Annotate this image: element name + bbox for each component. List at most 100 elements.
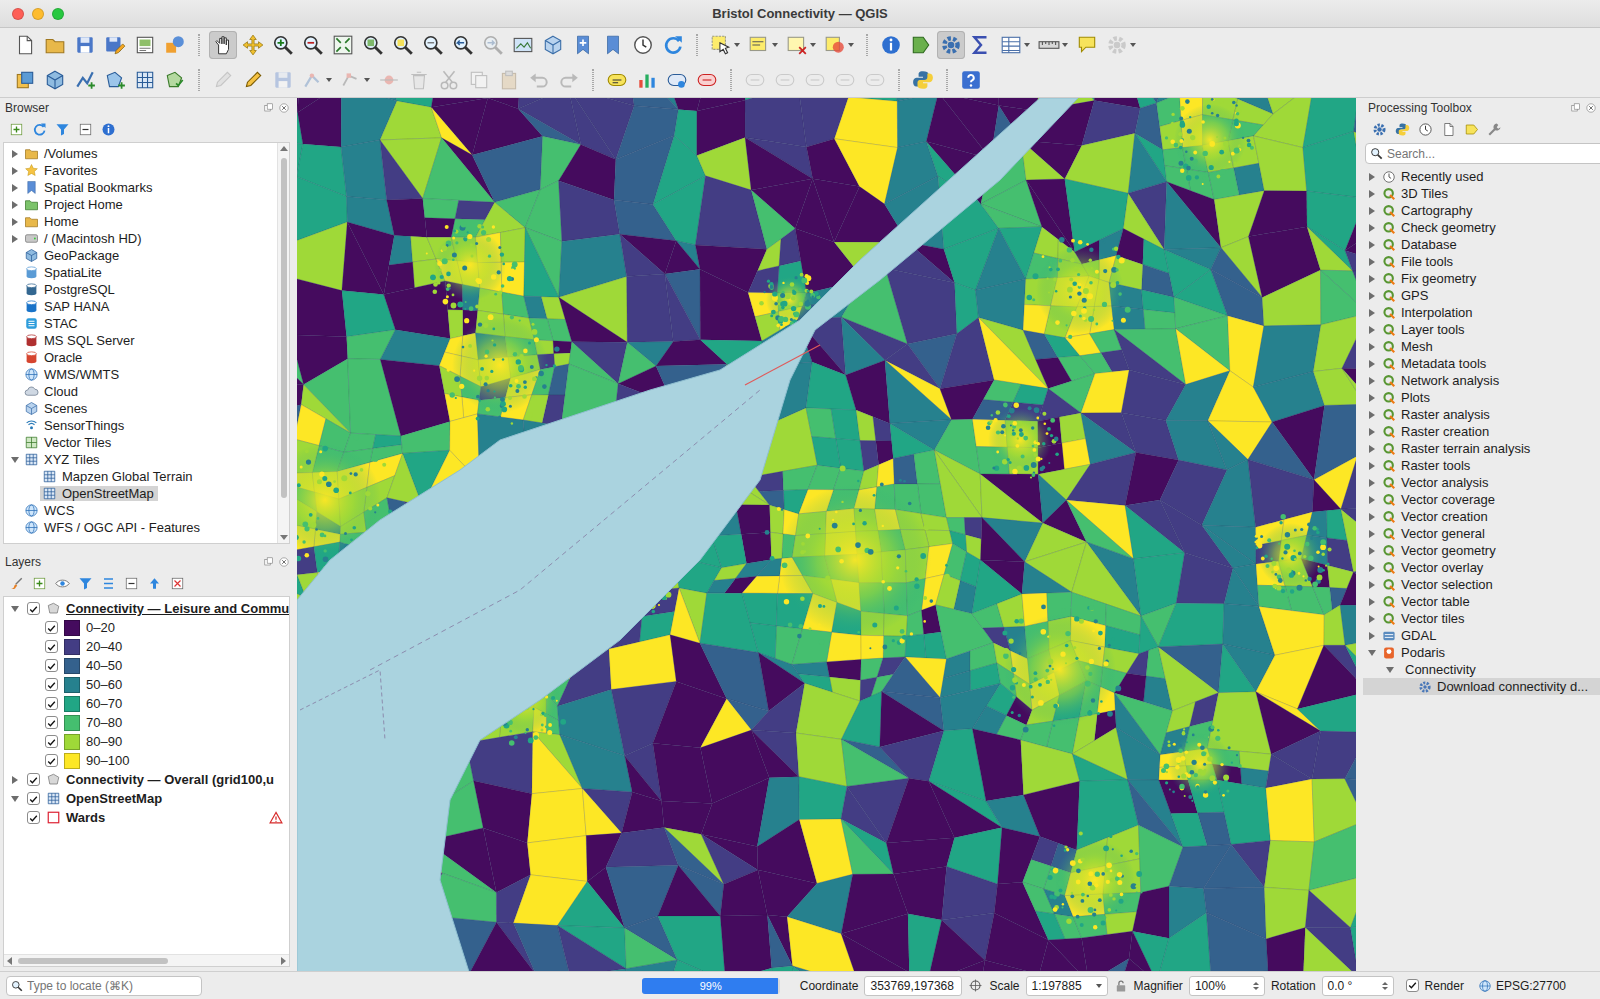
layer-checkbox[interactable]	[27, 602, 40, 615]
check-layer-button[interactable]	[160, 65, 190, 95]
zoom-in-button[interactable]	[268, 30, 298, 60]
toolbox-item[interactable]: Vector selection	[1363, 576, 1600, 593]
map-view-button[interactable]	[508, 30, 538, 60]
grid-button[interactable]	[130, 65, 160, 95]
expand-arrow[interactable]	[1365, 576, 1379, 593]
map-canvas[interactable]	[297, 98, 1356, 971]
dropdown-arrow[interactable]	[810, 43, 816, 47]
toolbox-item[interactable]: Vector geometry	[1363, 542, 1600, 559]
expand-arrow[interactable]	[1365, 406, 1379, 423]
expand-arrow[interactable]	[1365, 559, 1379, 576]
scroll-thumb[interactable]	[18, 958, 168, 964]
toolbox-item[interactable]: File tools	[1363, 253, 1600, 270]
legend-item[interactable]: 90–100	[4, 751, 289, 770]
layer-row[interactable]: Connectivity — Leisure and Commu	[4, 599, 289, 618]
browser-item[interactable]: Project Home	[4, 196, 277, 213]
search-field[interactable]	[1365, 143, 1600, 164]
toolbox-item[interactable]: Vector general	[1363, 525, 1600, 542]
legend-checkbox[interactable]	[45, 659, 58, 672]
expand-arrow[interactable]	[8, 600, 22, 617]
python-button[interactable]	[1395, 122, 1410, 137]
eye-button[interactable]	[55, 576, 70, 591]
browser-item[interactable]: Home	[4, 213, 277, 230]
legend-item[interactable]: 80–90	[4, 732, 289, 751]
actions-button[interactable]	[906, 30, 936, 60]
legend-checkbox[interactable]	[45, 697, 58, 710]
minimize-button[interactable]	[32, 8, 44, 20]
bookmarks-button[interactable]	[598, 30, 628, 60]
expand-arrow[interactable]	[8, 451, 22, 468]
expand-arrow[interactable]	[1365, 185, 1379, 202]
browser-item[interactable]: WCS	[4, 502, 277, 519]
browser-item[interactable]: /Volumes	[4, 145, 277, 162]
browser-item[interactable]: MS SQL Server	[4, 332, 277, 349]
toolbox-item[interactable]: Metadata tools	[1363, 355, 1600, 372]
toolbox-item[interactable]: GDAL	[1363, 627, 1600, 644]
layer-row[interactable]: Wards	[4, 808, 289, 827]
style-button[interactable]	[160, 30, 190, 60]
expand-arrow[interactable]	[1365, 253, 1379, 270]
brush-button[interactable]	[9, 576, 24, 591]
zoom-selection-button[interactable]	[388, 30, 418, 60]
expand-arrow[interactable]	[8, 230, 22, 247]
toolbox-item[interactable]: GPS	[1363, 287, 1600, 304]
refresh-button[interactable]	[32, 122, 47, 137]
toolbox-item[interactable]: Vector analysis	[1363, 474, 1600, 491]
new-line-layer-button[interactable]	[70, 65, 100, 95]
browser-item[interactable]: XYZ Tiles	[4, 451, 277, 468]
ruler-button[interactable]	[1034, 30, 1072, 60]
expand-arrow[interactable]	[1365, 423, 1379, 440]
toolbox-item[interactable]: 3D Tiles	[1363, 185, 1600, 202]
expand-arrow[interactable]	[1365, 219, 1379, 236]
zoom-layer-button[interactable]	[358, 30, 388, 60]
layout-button[interactable]	[130, 30, 160, 60]
new-polygon-layer-button[interactable]	[100, 65, 130, 95]
addg-button[interactable]	[32, 576, 47, 591]
toolbox-item[interactable]: Check geometry	[1363, 219, 1600, 236]
dropdown-arrow[interactable]	[772, 43, 778, 47]
gear-button[interactable]	[936, 30, 966, 60]
toolbox-item[interactable]: Raster tools	[1363, 457, 1600, 474]
label-button[interactable]	[1464, 122, 1479, 137]
legend-item[interactable]: 20–40	[4, 637, 289, 656]
toolbox-item[interactable]: Connectivity	[1363, 661, 1600, 678]
layer-checkbox[interactable]	[27, 773, 40, 786]
dropdown-arrow[interactable]	[848, 43, 854, 47]
save-button[interactable]	[268, 65, 298, 95]
locator-input[interactable]	[23, 979, 201, 993]
zoom-button[interactable]	[52, 8, 64, 20]
label-red-button[interactable]	[692, 65, 722, 95]
expand-arrow[interactable]	[1365, 168, 1379, 185]
legend-item[interactable]: 50–60	[4, 675, 289, 694]
legend-checkbox[interactable]	[45, 716, 58, 729]
expand-arrow[interactable]	[8, 790, 22, 807]
expand-arrow[interactable]	[1383, 661, 1397, 678]
label-tool-button[interactable]	[770, 65, 800, 95]
browser-item[interactable]: PostgreSQL	[4, 281, 277, 298]
python-button[interactable]	[908, 65, 938, 95]
label-button[interactable]	[602, 65, 632, 95]
toolbox-item[interactable]: Cartography	[1363, 202, 1600, 219]
bubble-button[interactable]	[1072, 30, 1102, 60]
toolbox-item[interactable]: Vector creation	[1363, 508, 1600, 525]
info-button[interactable]	[101, 122, 116, 137]
dropdown-arrow[interactable]	[364, 78, 370, 82]
crs-button[interactable]: EPSG:27700	[1478, 979, 1566, 993]
expand-arrow[interactable]	[1365, 389, 1379, 406]
browser-item[interactable]: Oracle	[4, 349, 277, 366]
select-location-button[interactable]	[820, 30, 858, 60]
scroll-thumb[interactable]	[281, 158, 287, 498]
toolbox-item[interactable]: Database	[1363, 236, 1600, 253]
3d-view-button[interactable]	[538, 30, 568, 60]
expand-arrow[interactable]	[1365, 202, 1379, 219]
legend-checkbox[interactable]	[45, 754, 58, 767]
legend-checkbox[interactable]	[45, 735, 58, 748]
toolbox-item[interactable]: Vector table	[1363, 593, 1600, 610]
toolbox-item[interactable]: Plots	[1363, 389, 1600, 406]
expand-arrow[interactable]	[1365, 542, 1379, 559]
up-button[interactable]	[147, 576, 162, 591]
filter-button[interactable]	[55, 122, 70, 137]
folder-button[interactable]	[40, 30, 70, 60]
browser-scrollbar[interactable]	[277, 143, 289, 543]
pencil-button[interactable]	[238, 65, 268, 95]
